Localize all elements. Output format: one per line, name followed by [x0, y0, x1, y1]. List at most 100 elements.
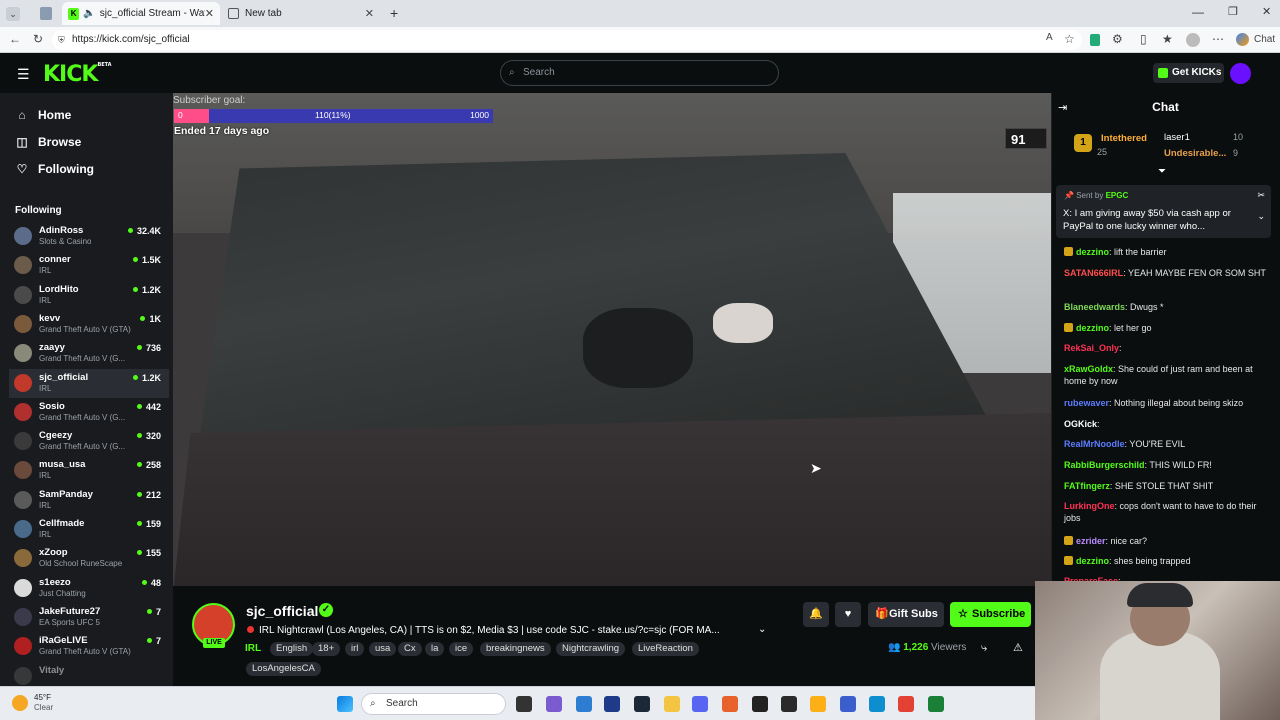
split-screen-icon[interactable]: ▯ [1140, 32, 1147, 46]
steam-icon[interactable] [634, 696, 650, 712]
nav-home[interactable]: ⌂ Home [16, 108, 71, 122]
chat-message[interactable]: RekSai_Only: [1064, 342, 1269, 354]
chat-username[interactable]: rubewaver [1064, 398, 1109, 408]
expand-pinned-icon[interactable]: ⌄ [1257, 211, 1265, 222]
following-channel[interactable]: conner IRL 1.5K [9, 251, 169, 280]
taskbar-search[interactable]: ⌕ Search [361, 693, 506, 715]
following-channel[interactable]: musa_usa IRL 258 [9, 456, 169, 485]
chat-username[interactable]: Blaneedwards [1064, 302, 1125, 312]
app-icon[interactable] [722, 696, 738, 712]
unpin-icon[interactable]: ✂ [1257, 190, 1265, 201]
following-channel[interactable]: LordHito IRL 1.2K [9, 281, 169, 310]
following-channel[interactable]: kevv Grand Theft Auto V (GTA) 1K [9, 310, 169, 339]
refresh-icon[interactable]: ↻ [33, 32, 43, 46]
nav-following[interactable]: ♡ Following [16, 162, 94, 176]
following-channel[interactable]: iRaGeLIVE Grand Theft Auto V (GTA) 7 [9, 632, 169, 661]
favorite-icon[interactable]: ☆ [1064, 32, 1075, 46]
minimize-icon[interactable]: — [1192, 5, 1204, 19]
obs-icon[interactable] [752, 696, 768, 712]
chat-message[interactable]: RabbiBurgerschild: THIS WILD FR! [1064, 459, 1269, 471]
stream-tag[interactable]: Cx [398, 642, 422, 656]
share-icon[interactable]: ⤷ [981, 642, 987, 655]
stream-tag[interactable]: LosAngelesCA [246, 662, 321, 676]
extension-icon[interactable] [1090, 34, 1100, 46]
following-channel[interactable]: AdinRoss Slots & Casino 32.4K [9, 222, 169, 251]
close-tab-icon[interactable]: ✕ [365, 7, 374, 20]
edge-icon[interactable] [869, 696, 885, 712]
chat-message[interactable]: xRawGoldx: She could of just ram and bee… [1064, 363, 1269, 387]
tab-new[interactable]: New tab ✕ [222, 2, 380, 25]
chat-username[interactable]: RekSai_Only [1064, 343, 1119, 353]
chat-username[interactable]: FATfingerz [1064, 481, 1110, 491]
stream-tag[interactable]: Nightcrawling [556, 642, 626, 656]
nav-browse[interactable]: ◫ Browse [16, 135, 81, 149]
chat-message[interactable]: Blaneedwards: Dwugs * [1064, 301, 1269, 313]
pinned-message[interactable]: 📌 Sent by EPGC X: I am giving away $50 v… [1056, 185, 1271, 238]
stream-category-link[interactable]: IRL [245, 643, 261, 654]
chat-message[interactable]: rubewaver: Nothing illegal about being s… [1064, 397, 1269, 409]
copilot-taskbar-icon[interactable] [546, 696, 562, 712]
following-channel[interactable]: Cellfmade IRL 159 [9, 515, 169, 544]
chat-username[interactable]: SATAN666IRL [1064, 268, 1123, 278]
close-window-icon[interactable]: ✕ [1262, 5, 1271, 18]
stream-tag[interactable]: usa [369, 642, 397, 656]
app-icon[interactable] [604, 696, 620, 712]
copilot-chat-label[interactable]: Chat [1254, 34, 1275, 45]
following-channel[interactable]: Cgeezy Grand Theft Auto V (G... 320 [9, 427, 169, 456]
chat-username[interactable]: RealMrNoodle [1064, 439, 1125, 449]
get-kicks-button[interactable]: Get KICKs [1153, 63, 1224, 83]
back-icon[interactable]: ← [9, 32, 21, 46]
chat-username[interactable]: xRawGoldx [1064, 364, 1113, 374]
weather-widget[interactable]: 45°F Clear [34, 693, 53, 713]
following-channel[interactable]: sjc_official IRL 1.2K [9, 368, 169, 398]
stream-tag[interactable]: 18+ [312, 642, 341, 656]
user-avatar[interactable] [1230, 63, 1251, 84]
file-explorer-icon[interactable] [664, 696, 680, 712]
speaker-icon[interactable]: 🔈 [83, 8, 95, 19]
stream-tag[interactable]: breakingnews [480, 642, 551, 656]
notification-bell-icon[interactable]: 🔔 [803, 602, 829, 627]
gift-subs-button[interactable]: 🎁 Gift Subs [868, 602, 944, 627]
following-channel[interactable]: xZoop Old School RuneScape 155 [9, 544, 169, 573]
streamer-name[interactable]: sjc_official [246, 603, 318, 619]
vertical-tabs-icon[interactable] [40, 7, 52, 20]
more-options-icon[interactable]: ⋯ [1212, 32, 1224, 46]
stream-tag[interactable]: irl [345, 642, 365, 656]
discord-icon[interactable] [692, 696, 708, 712]
site-info-icon[interactable]: ⛨ [58, 30, 65, 50]
new-tab-button[interactable]: + [390, 5, 398, 21]
report-icon[interactable]: ⚠ [1013, 641, 1023, 654]
task-view-icon[interactable] [516, 696, 532, 712]
chat-username[interactable]: OGKick [1064, 419, 1097, 429]
stream-tag[interactable]: English [270, 642, 314, 656]
chat-username[interactable]: LurkingOne [1064, 501, 1115, 511]
search-input[interactable]: ⌕ Search [500, 60, 779, 86]
menu-icon[interactable]: ☰ [17, 66, 30, 83]
following-channel[interactable]: s1eezo Just Chatting 48 [9, 574, 169, 603]
chat-username[interactable]: dezzino [1076, 247, 1109, 257]
chat-message[interactable]: SATAN666IRL: YEAH MAYBE FEN OR SOM SHT [1064, 267, 1269, 279]
following-channel[interactable]: zaayy Grand Theft Auto V (G... 736 [9, 339, 169, 368]
chat-message[interactable]: ezrider: nice car? [1064, 535, 1269, 547]
chat-message[interactable]: OGKick: [1064, 418, 1269, 430]
video-player[interactable] [173, 93, 1051, 586]
windows-start-icon[interactable] [337, 696, 353, 712]
following-channel[interactable]: Sosio Grand Theft Auto V (G... 442 [9, 398, 169, 427]
maximize-icon[interactable]: ❐ [1228, 5, 1238, 18]
chat-filter-icon[interactable]: ⏷ [1158, 166, 1166, 177]
extensions-icon[interactable]: ⚙ [1112, 32, 1123, 46]
rockstar-icon[interactable] [810, 696, 826, 712]
subscribe-button[interactable]: ☆ Subscribe [950, 602, 1031, 627]
chat-message[interactable]: dezzino: let her go [1064, 322, 1269, 334]
chat-message[interactable]: dezzino: shes being trapped [1064, 555, 1269, 567]
chat-message[interactable]: RealMrNoodle: YOU'RE EVIL [1064, 438, 1269, 450]
kick-logo[interactable]: KICKBETA [43, 62, 112, 87]
epic-games-icon[interactable] [781, 696, 797, 712]
expand-title-icon[interactable]: ⌄ [758, 624, 766, 635]
chat-username[interactable]: ezrider [1076, 536, 1106, 546]
following-channel[interactable]: JakeFuture27 EA Sports UFC 5 7 [9, 603, 169, 632]
follow-heart-icon[interactable]: ♥ [835, 602, 861, 627]
close-tab-icon[interactable]: ✕ [205, 7, 214, 20]
chat-message[interactable]: FATfingerz: SHE STOLE THAT SHIT [1064, 480, 1269, 492]
copilot-icon[interactable] [1236, 33, 1249, 46]
